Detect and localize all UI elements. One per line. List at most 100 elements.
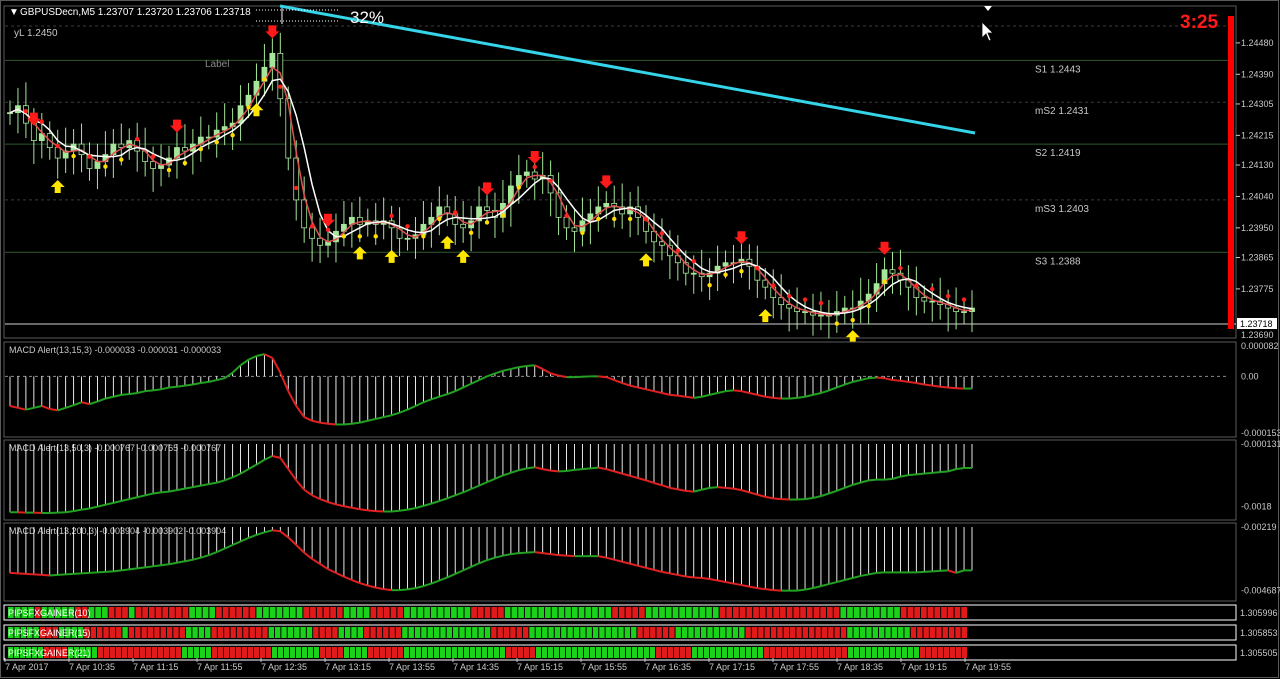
gainer-cell: [753, 607, 759, 618]
gainer-cell: [620, 647, 625, 658]
gainer-cell: [917, 627, 923, 638]
gainer-cell: [637, 627, 643, 638]
gainer-cell: [368, 647, 373, 658]
gainer-cell: [759, 607, 766, 618]
gainer-cell: [722, 647, 727, 658]
signal-dot-red: [294, 185, 299, 191]
gainer-cell: [397, 607, 404, 618]
gainer-cell: [914, 647, 919, 658]
gainer-cell: [734, 647, 739, 658]
macd-panel-13-200-3[interactable]: MACD Alert(13,200,3) -0.003904 -0.003902…: [3, 522, 1280, 602]
gainer-cell: [402, 627, 408, 638]
gainer-cell: [478, 627, 484, 638]
gainer-cell: [90, 627, 97, 638]
gainer-cell: [287, 627, 294, 638]
gainer-cell: [656, 647, 661, 658]
gainer-cell: [783, 627, 789, 638]
gainer-cell: [793, 607, 800, 618]
macd-signal-segment: [566, 554, 575, 558]
gainer-cell: [350, 607, 357, 618]
gainer-cell: [548, 627, 554, 638]
time-tick-label: 7 Apr 13:15: [325, 662, 371, 672]
gainer-cell: [135, 607, 142, 618]
gainer-cell: [323, 607, 330, 618]
gainer-cell: [950, 647, 955, 658]
signal-dot-yellow: [739, 269, 744, 274]
macd-signal-segment: [399, 588, 408, 592]
gainer-cell: [249, 607, 256, 618]
gainer-cell: [262, 627, 268, 638]
gainer-cell: [904, 627, 910, 638]
gainer-cell: [308, 647, 313, 658]
gainer-cell: [561, 627, 567, 638]
signal-dot-red: [914, 283, 919, 288]
gainer-cell: [198, 627, 205, 638]
gainer-cell: [820, 607, 827, 618]
gainer-cell: [806, 607, 813, 618]
gainer-cell: [504, 607, 511, 618]
gainer-cell: [880, 607, 887, 618]
gainer-cell: [764, 627, 770, 638]
price-panel[interactable]: S1 1.2443 mS2 1.2431 S2 1.2419 mS3 1.2403 S3…: [3, 4, 1277, 344]
price-panel-border: [3, 5, 1237, 339]
gainer-cell: [942, 627, 948, 638]
gainer-cell: [173, 627, 179, 638]
gainer-cell: [592, 627, 599, 638]
level-label: S1 1.2443: [1035, 64, 1081, 75]
level-label: S2 1.2419: [1035, 148, 1081, 159]
gainer-cell: [713, 627, 720, 638]
gainer-cell: [707, 627, 713, 638]
macd-signal-segment: [105, 570, 114, 573]
macd-signal-segment: [526, 466, 535, 470]
macd-signal-segment: [518, 365, 527, 369]
gainer-cell: [612, 607, 618, 618]
time-tick-label: 7 Apr 16:35: [645, 662, 691, 672]
pipsfxgainer-panels[interactable]: PIPSFXGAINER(10) 1.305996 PIPSFXGAINER(15)…: [3, 604, 1278, 661]
gainer-cell: [824, 647, 829, 658]
candle-body: [563, 216, 570, 229]
gainer-cell: [766, 607, 773, 618]
macd-signal-segment: [407, 587, 416, 591]
time-tick-label: 7 Apr 15:15: [517, 662, 563, 672]
gainer-cell: [558, 607, 565, 618]
gainer-cell: [662, 647, 667, 658]
signal-dot-yellow: [198, 146, 204, 152]
signal-dot-yellow: [373, 234, 378, 239]
gainer-cell: [531, 607, 538, 618]
gainer-cell: [344, 647, 349, 658]
macd-signal-segment: [176, 384, 186, 388]
signal-dot-yellow: [834, 321, 840, 326]
signal-dot-yellow: [166, 167, 172, 173]
macd-signal-segment: [685, 575, 694, 579]
gainer-cell: [433, 627, 440, 638]
gainer-cell: [728, 647, 733, 658]
signal-dot-yellow: [468, 230, 474, 236]
gainer-cell: [189, 607, 195, 618]
gainer-cell: [598, 607, 605, 618]
gainer-cell: [694, 627, 700, 638]
gainer-cell: [500, 647, 505, 658]
macd-panel-13-15-3[interactable]: MACD Alert(13,15,3) -0.000033 -0.000031 …: [3, 341, 1280, 438]
macd-signal-segment: [558, 554, 567, 557]
macd-signal-segment: [916, 570, 925, 574]
macd-signal-segment: [542, 552, 551, 556]
gainer-cell: [524, 647, 529, 658]
macd-panel-13-50-3[interactable]: MACD Alert(13,50,3) -0.000767 -0.000765 …: [3, 439, 1280, 521]
macd-signal-segment: [868, 478, 877, 482]
gainer-cell: [565, 607, 571, 618]
gainer-cell: [209, 607, 216, 618]
gainer-cell: [278, 647, 283, 658]
gainer-cell: [141, 627, 147, 638]
gainer-cell: [692, 647, 697, 658]
candle-body: [94, 161, 101, 169]
gainer-cell: [169, 607, 175, 618]
gainer-cell: [813, 607, 820, 618]
gainer-cell: [656, 627, 662, 638]
gainer-cell: [794, 647, 799, 658]
gainer-value: 1.305996: [1240, 608, 1278, 618]
signal-dot-red: [87, 154, 92, 159]
gainer-cell: [164, 647, 169, 658]
collapse-arrow-icon[interactable]: ▼: [9, 7, 19, 18]
time-tick-label: 7 Apr 11:55: [197, 662, 242, 672]
trading-chart[interactable]: S1 1.2443 mS2 1.2431 S2 1.2419 mS3 1.2403 S3…: [0, 0, 1280, 679]
